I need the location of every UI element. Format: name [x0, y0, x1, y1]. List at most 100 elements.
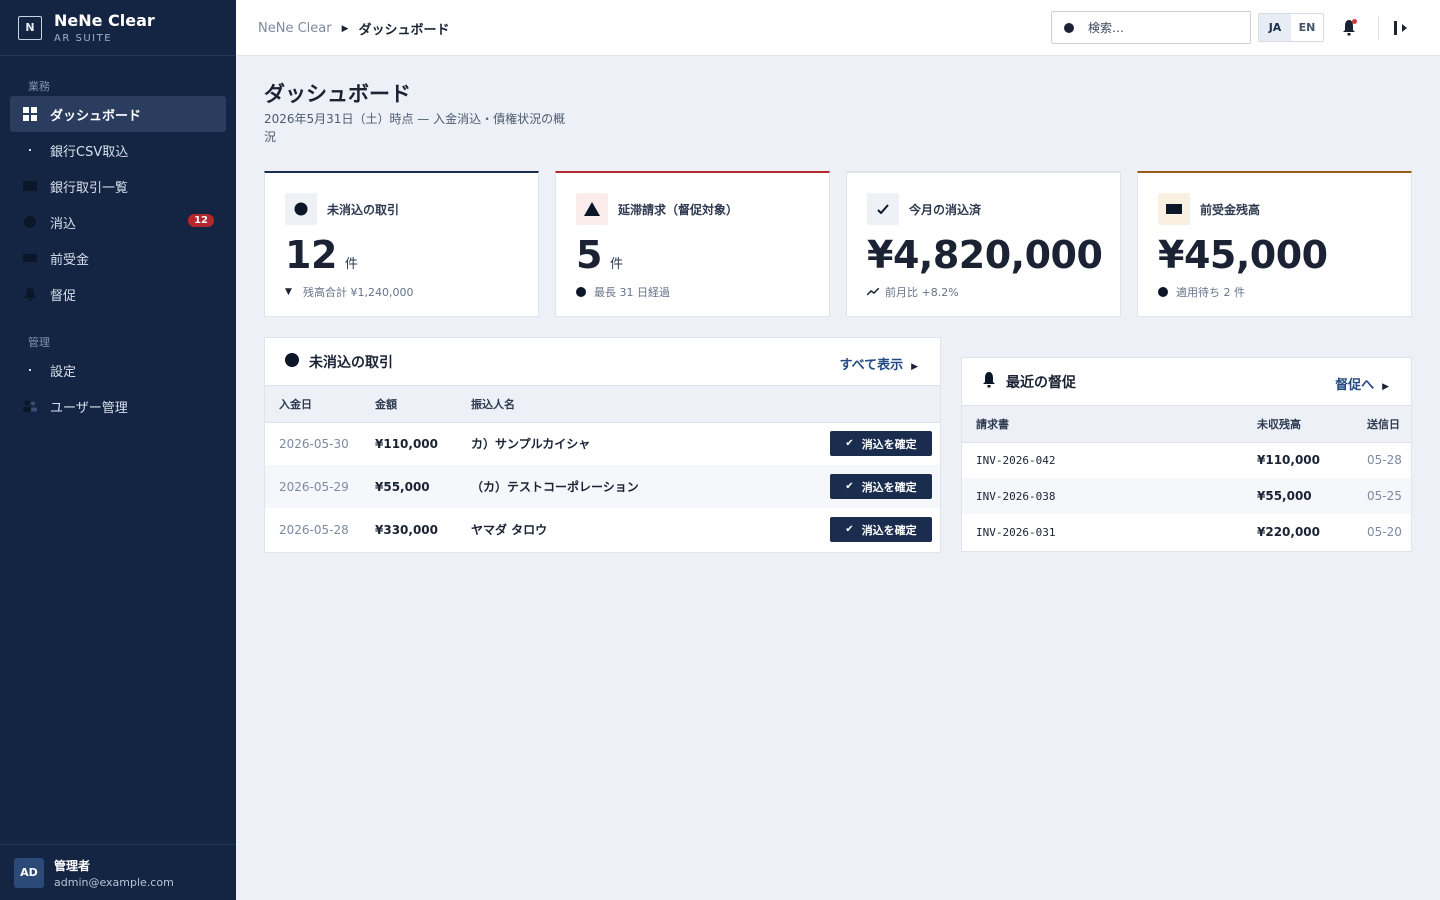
dot-icon: [576, 287, 590, 297]
lang-en-button[interactable]: EN: [1291, 14, 1323, 41]
reconcile-count-badge: 12: [188, 214, 214, 227]
sidebar-item-dashboard[interactable]: ダッシュボード: [10, 96, 226, 132]
kpi-note-text: 前月比 +8.2%: [885, 286, 959, 299]
sidebar-item-label: 設定: [50, 364, 77, 380]
cell-payer: カ）サンプルカイシャ: [471, 437, 591, 452]
warning-icon: [576, 193, 608, 225]
kpi-card-overdue[interactable]: 延滞請求（督促対象） 5件 最長 31 日経過: [555, 171, 830, 317]
sidebar-item-label: ダッシュボード: [50, 108, 142, 124]
current-user[interactable]: AD 管理者 admin@example.com: [0, 844, 236, 900]
kpi-number: ¥4,820,000: [867, 233, 1103, 277]
cell-balance: ¥55,000: [1243, 478, 1353, 514]
kpi-note: 最長 31 日経過: [576, 284, 670, 300]
sidebar-item-label: 督促: [50, 288, 77, 304]
kpi-card-advances[interactable]: 前受金残高 ¥45,000 適用待ち 2 件: [1137, 171, 1412, 317]
table-header-row: 入金日 金額 振込人名: [265, 386, 940, 423]
sidebar-item-advances[interactable]: 前受金: [10, 240, 226, 276]
cell-amount: ¥110,000: [375, 436, 439, 451]
confirm-match-button[interactable]: ✔ 消込を確定: [830, 517, 932, 542]
topbar-divider: [1378, 16, 1379, 40]
circle-icon: [285, 193, 317, 225]
check-icon: [867, 193, 899, 225]
kpi-note: 前月比 +8.2%: [867, 284, 959, 300]
list-icon: [22, 178, 38, 194]
sidebar-item-dunning[interactable]: 督促: [10, 276, 226, 312]
bell-icon: [22, 286, 38, 302]
brand[interactable]: N NeNe Clear AR SUITE: [0, 0, 236, 56]
kpi-note-text: 最長 31 日経過: [594, 286, 670, 299]
cell-balance: ¥220,000: [1257, 525, 1321, 539]
cell-invoice: INV-2026-042: [976, 453, 1056, 467]
recent-dunning-card: 最近の督促 督促へ ▶ 請求書 未収残高 送信日 INV-2026-042 ¥11…: [961, 357, 1412, 552]
sidebar-item-label: 前受金: [50, 252, 90, 268]
column-header-balance: 未収残高: [1243, 406, 1353, 443]
view-all-label: すべて表示: [839, 358, 904, 373]
topbar: NeNe Clear ▶ ダッシュボード JA EN: [236, 0, 1440, 56]
check-icon: ✔: [845, 438, 854, 450]
kpi-card-unmatched[interactable]: 未消込の取引 12 件 ▼ 残高合計 ¥1,240,000: [264, 171, 539, 317]
cell-action: ✔ 消込を確定: [816, 465, 940, 508]
sidebar-item-label: 銀行CSV取込: [50, 144, 129, 160]
kpi-value: ¥45,000: [1158, 233, 1328, 277]
sidebar-item-users[interactable]: ユーザー管理: [10, 388, 226, 424]
cell-date: 2026-05-30: [279, 436, 349, 451]
nav-section-ops: 業務: [28, 80, 50, 93]
go-dunning-link[interactable]: 督促へ ▶: [1335, 374, 1389, 393]
kpi-note-text: 適用待ち 2 件: [1176, 286, 1245, 299]
chevron-right-icon: ▶: [1382, 382, 1389, 392]
view-all-link[interactable]: すべて表示 ▶: [840, 354, 919, 373]
check-icon: ✔: [845, 524, 854, 535]
confirm-match-button[interactable]: ✔ 消込を確定: [830, 474, 932, 499]
dunning-table: 請求書 未収残高 送信日 INV-2026-042 ¥110,000 05-28…: [962, 406, 1411, 550]
sidebar: N NeNe Clear AR SUITE 業務 ダッシュボード 銀行CSV取込…: [0, 0, 236, 900]
table-header-row: 請求書 未収残高 送信日: [962, 406, 1411, 443]
table-row[interactable]: INV-2026-038 ¥55,000 05-25: [962, 478, 1411, 514]
cell-invoice: INV-2026-038: [962, 478, 1243, 514]
cell-balance: ¥110,000: [1257, 453, 1321, 468]
sidebar-item-reconcile[interactable]: 消込 12: [10, 204, 226, 240]
table-row[interactable]: 2026-05-28 ¥330,000 ヤマダ タロウ ✔ 消込を確定: [265, 508, 940, 551]
cell-action: ✔ 消込を確定: [816, 422, 940, 465]
language-switch: JA EN: [1258, 13, 1324, 42]
cell-sent-date: 05-28: [1367, 453, 1402, 468]
column-header-sent: 送信日: [1353, 406, 1411, 443]
trend-up-icon: [867, 288, 881, 296]
unmatched-table: 入金日 金額 振込人名 2026-05-30 ¥110,000 カ）サンプルカイ…: [265, 386, 940, 551]
cell-payer: ヤマダ タロウ: [471, 523, 548, 537]
sidebar-item-settings[interactable]: 設定: [10, 352, 226, 388]
breadcrumb: NeNe Clear ▶ ダッシュボード: [258, 19, 450, 38]
table-row[interactable]: 2026-05-29 ¥55,000 （カ）テストコーポレーション ✔ 消込を確定: [265, 465, 940, 508]
button-label: 消込を確定: [861, 437, 917, 451]
sidebar-item-bank-transactions[interactable]: 銀行取引一覧: [10, 168, 226, 204]
kpi-card-cleared[interactable]: 今月の消込済 ¥4,820,000 前月比 +8.2%: [846, 171, 1121, 317]
column-header-amount: 金額: [361, 386, 457, 423]
table-row[interactable]: INV-2026-031 ¥220,000 05-20: [962, 514, 1411, 550]
logout-icon[interactable]: [1392, 19, 1410, 37]
lang-ja-button[interactable]: JA: [1259, 14, 1291, 41]
notification-bell-icon[interactable]: [1342, 18, 1358, 38]
sidebar-item-bank-csv[interactable]: 銀行CSV取込: [10, 132, 226, 168]
grid-icon: [22, 106, 38, 122]
upload-icon: [22, 142, 38, 158]
brand-logo-letter: N: [25, 21, 35, 34]
avatar: AD: [14, 857, 44, 888]
table-row[interactable]: INV-2026-042 ¥110,000 05-28: [962, 442, 1411, 478]
kpi-note: ▼ 残高合計 ¥1,240,000: [285, 284, 413, 300]
sidebar-item-label: 消込: [50, 216, 77, 232]
bell-icon: [982, 371, 996, 392]
cell-sent-date: 05-20: [1367, 525, 1402, 539]
search-input[interactable]: [1088, 20, 1228, 35]
kpi-number: 12: [285, 233, 337, 277]
kpi-unit: 件: [609, 257, 623, 272]
brand-subtitle: AR SUITE: [54, 32, 113, 44]
unmatched-transactions-card: 未消込の取引 すべて表示 ▶ 入金日 金額 振込人名 2026-05-30 ¥11…: [264, 337, 941, 553]
table-row[interactable]: 2026-05-30 ¥110,000 カ）サンプルカイシャ ✔ 消込を確定: [265, 422, 940, 465]
confirm-match-button[interactable]: ✔ 消込を確定: [830, 431, 932, 457]
page-title: ダッシュボード: [264, 82, 411, 106]
kpi-value: ¥4,820,000: [867, 233, 1103, 277]
button-label: 消込を確定: [861, 480, 917, 494]
dot-icon: [1158, 287, 1172, 297]
search-box[interactable]: [1051, 11, 1251, 44]
breadcrumb-root-link[interactable]: NeNe Clear: [258, 21, 332, 36]
column-header-invoice: 請求書: [962, 406, 1243, 443]
